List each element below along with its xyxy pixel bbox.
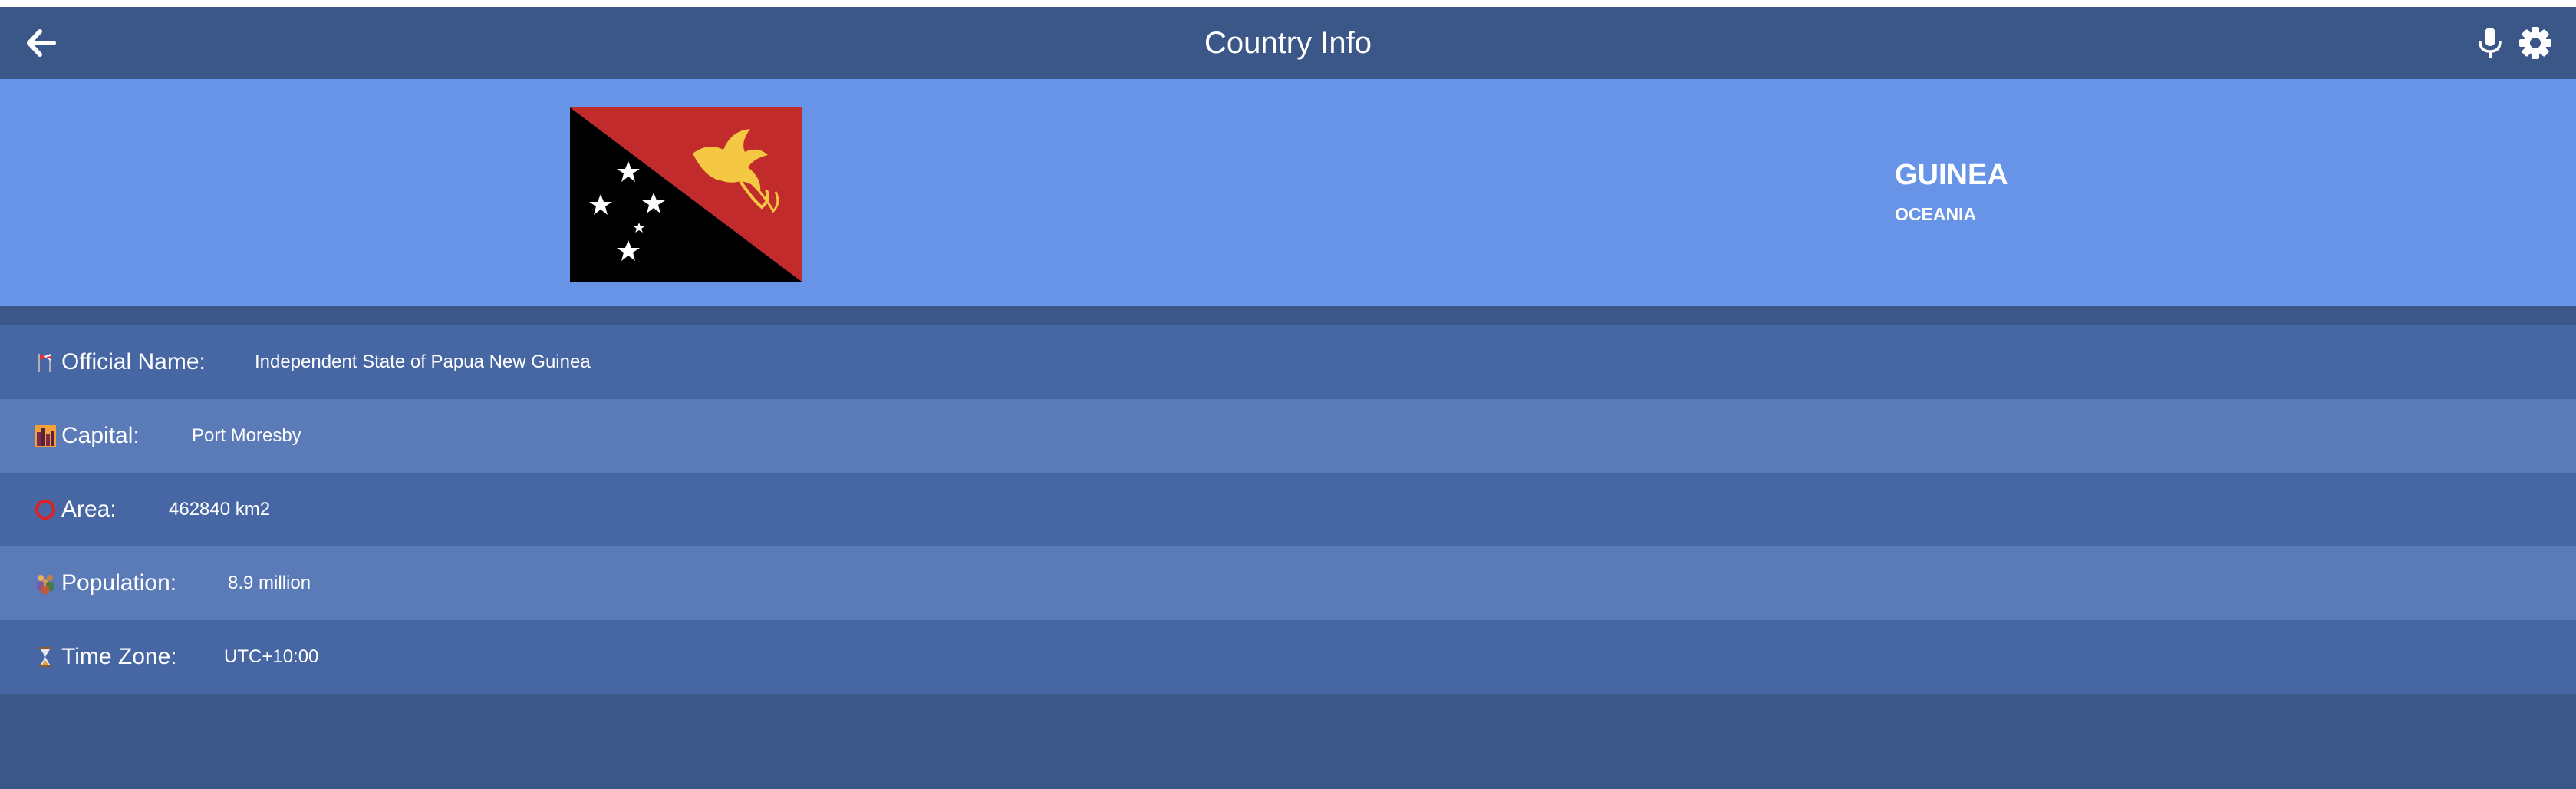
detail-value: Port Moresby xyxy=(192,425,301,446)
top-strip xyxy=(0,0,2576,7)
detail-label: Time Zone: xyxy=(61,644,177,669)
detail-label: Population: xyxy=(61,570,177,596)
country-name: GUINEA xyxy=(1895,159,2008,191)
flags-icon xyxy=(38,354,51,372)
settings-button[interactable] xyxy=(2518,25,2553,61)
details-list: Official Name: Independent State of Papu… xyxy=(0,325,2576,694)
detail-row-official-name: Official Name: Independent State of Papu… xyxy=(0,325,2576,399)
detail-row-time-zone: Time Zone: UTC+10:00 xyxy=(0,620,2576,694)
separator-band xyxy=(0,306,2576,325)
country-flag xyxy=(570,107,802,282)
people-icon xyxy=(37,575,54,594)
microphone-button[interactable] xyxy=(2475,25,2505,61)
app-bar: Country Info xyxy=(0,7,2576,79)
page-title: Country Info xyxy=(1204,26,1372,60)
gear-icon xyxy=(2519,27,2551,59)
detail-row-area: Area: 462840 km2 xyxy=(0,473,2576,546)
hourglass-icon xyxy=(39,647,51,667)
region-name: OCEANIA xyxy=(1895,204,1977,224)
detail-value: UTC+10:00 xyxy=(224,646,319,667)
city-icon xyxy=(35,425,56,447)
detail-value: 462840 km2 xyxy=(169,499,271,520)
detail-row-capital: Capital: Port Moresby xyxy=(0,399,2576,473)
detail-label: Official Name: xyxy=(61,349,206,375)
detail-label: Capital: xyxy=(61,423,140,448)
detail-label: Area: xyxy=(61,497,117,522)
detail-value: Independent State of Papua New Guinea xyxy=(255,352,591,372)
detail-value: 8.9 million xyxy=(228,573,311,593)
detail-row-population: Population: 8.9 million xyxy=(0,546,2576,620)
microphone-icon xyxy=(2479,28,2502,58)
country-header: GUINEA OCEANIA xyxy=(0,79,2576,306)
circle-icon xyxy=(35,500,55,520)
